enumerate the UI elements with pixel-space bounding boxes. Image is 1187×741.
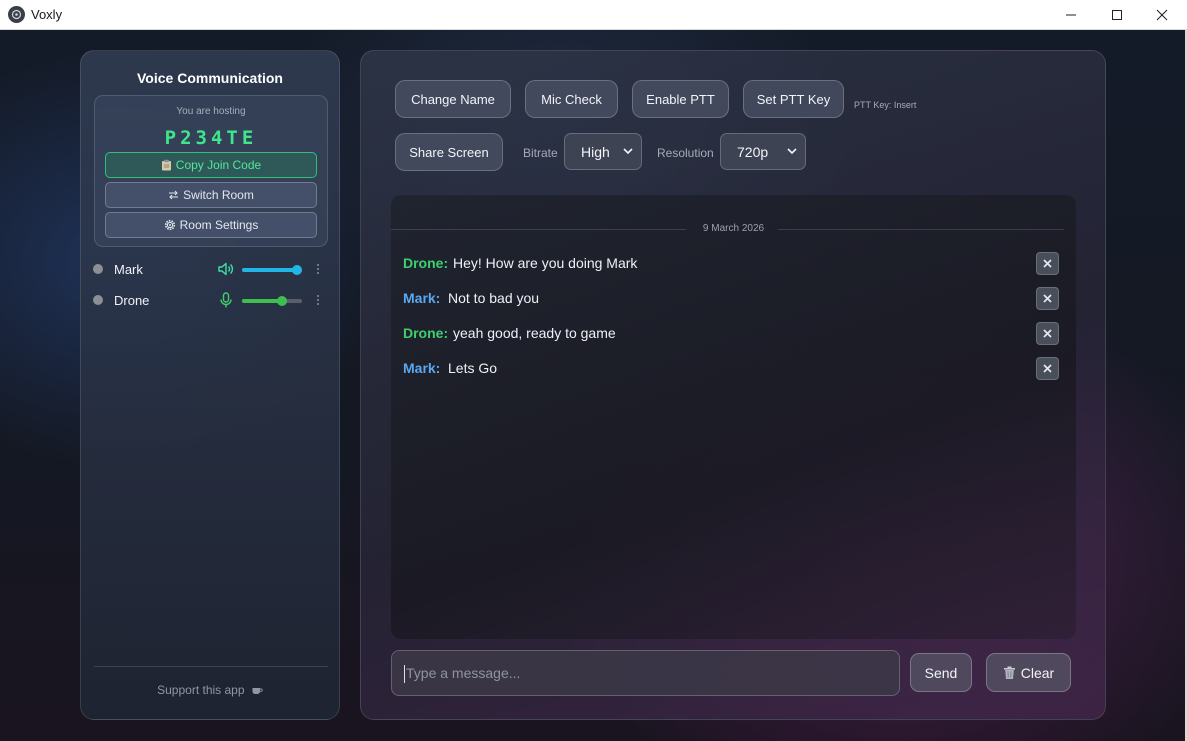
status-dot xyxy=(93,295,103,305)
share-screen-button[interactable]: Share Screen xyxy=(395,133,503,171)
chat-message: Drone: yeah good, ready to game xyxy=(403,321,1063,345)
maximize-icon xyxy=(1112,9,1122,20)
hosting-label: You are hosting xyxy=(176,106,246,117)
message-text: Not to bad you xyxy=(448,290,540,306)
bitrate-select[interactable]: High xyxy=(564,133,642,170)
kebab-menu-icon xyxy=(317,295,319,305)
user-row: Mark xyxy=(93,258,329,282)
swap-arrows-icon xyxy=(169,190,179,200)
switch-room-button[interactable]: Switch Room xyxy=(105,182,317,208)
text-cursor xyxy=(404,665,405,683)
switch-room-label: Switch Room xyxy=(183,188,254,202)
user-menu-button[interactable] xyxy=(314,291,322,309)
slider-thumb[interactable] xyxy=(292,265,303,275)
message-author: Mark: xyxy=(403,290,441,306)
date-separator: 9 March 2026 xyxy=(391,223,1076,235)
resolution-label: Resolution xyxy=(657,146,714,160)
status-dot xyxy=(93,264,103,274)
chat-message: Mark: Lets Go xyxy=(403,356,1063,380)
copy-join-code-label: Copy Join Code xyxy=(175,158,262,172)
minimize-button[interactable] xyxy=(1048,0,1094,29)
close-window-button[interactable] xyxy=(1139,0,1185,29)
join-code: P234TE xyxy=(164,127,258,149)
message-text: yeah good, ready to game xyxy=(453,325,616,341)
resolution-value: 720p xyxy=(737,143,769,160)
gear-icon xyxy=(164,219,175,231)
minimize-icon xyxy=(1066,14,1076,15)
maximize-button[interactable] xyxy=(1094,0,1140,29)
mic-check-button[interactable]: Mic Check xyxy=(525,80,618,118)
window-title-bar: Voxly xyxy=(0,0,1187,30)
close-icon xyxy=(1156,9,1168,20)
user-volume-slider[interactable] xyxy=(242,296,302,306)
clear-label: Clear xyxy=(1020,664,1055,681)
close-icon xyxy=(1043,329,1052,338)
delete-message-button[interactable] xyxy=(1036,322,1059,345)
chevron-down-icon xyxy=(787,148,797,155)
bitrate-label: Bitrate xyxy=(523,146,558,160)
room-settings-label: Room Settings xyxy=(179,218,259,232)
delete-message-button[interactable] xyxy=(1036,287,1059,310)
message-author: Mark: xyxy=(403,360,441,376)
hosting-card: You are hosting P234TE Copy Join Code Sw… xyxy=(94,95,328,247)
enable-ptt-button[interactable]: Enable PTT xyxy=(632,80,729,118)
set-ptt-key-button[interactable]: Set PTT Key xyxy=(743,80,844,118)
chevron-down-icon xyxy=(623,148,633,155)
slider-fill xyxy=(242,268,298,272)
kebab-menu-icon xyxy=(317,264,319,274)
message-author: Drone: xyxy=(403,255,449,271)
coffee-cup-icon xyxy=(252,688,263,694)
speaker-icon[interactable] xyxy=(217,260,235,278)
user-name: Mark xyxy=(114,262,143,277)
voxly-logo-icon xyxy=(8,6,25,23)
window-title: Voxly xyxy=(31,7,63,22)
user-row: Drone xyxy=(93,289,329,313)
user-name: Drone xyxy=(114,293,150,308)
voice-sidebar: Voice Communication You are hosting P234… xyxy=(80,50,340,720)
message-text: Lets Go xyxy=(448,360,498,376)
room-settings-button[interactable]: Room Settings xyxy=(105,212,317,238)
message-input[interactable] xyxy=(391,650,900,696)
support-label: Support this app xyxy=(157,683,245,697)
clipboard-icon xyxy=(161,159,171,171)
delete-message-button[interactable] xyxy=(1036,357,1059,380)
user-menu-button[interactable] xyxy=(314,260,322,278)
slider-thumb[interactable] xyxy=(276,296,287,306)
message-list: 9 March 2026 Drone: Hey! How are you doi… xyxy=(391,195,1076,639)
message-text: Hey! How are you doing Mark xyxy=(453,255,638,271)
sidebar-title: Voice Communication xyxy=(137,70,283,86)
bitrate-value: High xyxy=(581,143,610,160)
copy-join-code-button[interactable]: Copy Join Code xyxy=(105,152,317,178)
clear-chat-button[interactable]: Clear xyxy=(986,653,1071,692)
send-button[interactable]: Send xyxy=(910,653,972,692)
chat-panel: Change Name Mic Check Enable PTT Set PTT… xyxy=(360,50,1106,720)
date-line xyxy=(778,229,1064,230)
chat-message: Drone: Hey! How are you doing Mark xyxy=(403,251,1063,275)
change-name-button[interactable]: Change Name xyxy=(395,80,511,118)
ptt-key-label: PTT Key: Insert xyxy=(854,100,917,110)
close-icon xyxy=(1043,294,1052,303)
slider-fill xyxy=(242,299,282,303)
resolution-select[interactable]: 720p xyxy=(720,133,806,170)
support-app-link[interactable]: Support this app xyxy=(81,683,339,697)
trash-icon xyxy=(1003,666,1015,679)
close-icon xyxy=(1043,259,1052,268)
message-author: Drone: xyxy=(403,325,449,341)
user-volume-slider[interactable] xyxy=(242,265,303,275)
delete-message-button[interactable] xyxy=(1036,252,1059,275)
divider xyxy=(94,666,328,667)
microphone-icon[interactable] xyxy=(217,291,235,309)
chat-message: Mark: Not to bad you xyxy=(403,286,1063,310)
close-icon xyxy=(1043,364,1052,373)
